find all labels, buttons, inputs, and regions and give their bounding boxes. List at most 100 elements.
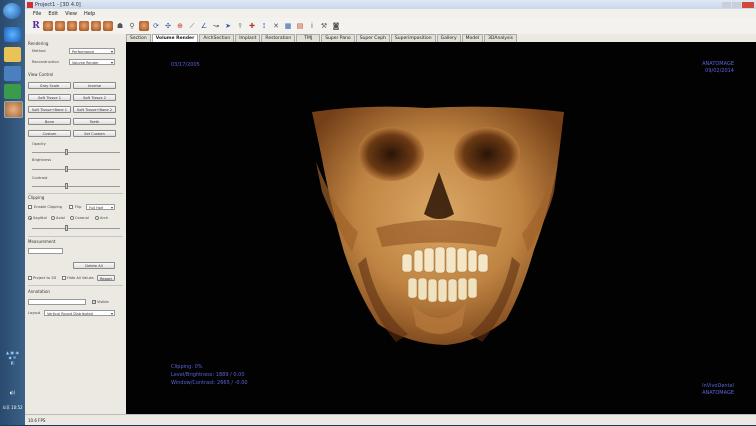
layout-select[interactable]: Vertical Round Distributed — [44, 310, 115, 317]
face-view-3-icon[interactable] — [67, 21, 77, 31]
ie-icon[interactable] — [4, 27, 21, 42]
r-logo-icon[interactable]: R — [31, 21, 41, 31]
tab-super-pano[interactable]: Super Pano — [321, 34, 355, 42]
wrench-icon[interactable]: ⚒ — [319, 21, 329, 31]
folder-icon[interactable] — [4, 47, 21, 62]
opacity-thumb[interactable] — [65, 149, 68, 155]
tab-volume-render[interactable]: Volume Render — [151, 34, 199, 42]
soft-tissue-1-button[interactable]: Soft Tissue 1 — [28, 94, 71, 101]
soft-tissue-bone-1-button[interactable]: Soft Tissue+Bone 1 — [28, 106, 71, 113]
face-view-4-icon[interactable] — [79, 21, 89, 31]
axial-radio[interactable] — [51, 216, 55, 220]
tab-gallery[interactable]: Gallery — [436, 34, 461, 42]
toolbar: R ☗ ⚲ ⟳ ✣ ⊕ ⟋ ∠ ↝ ➤ ⫯ ✚ ⟟ ✕ ▦ ▤ i ⚒ ◙ — [25, 18, 756, 35]
marker-icon[interactable]: ✚ — [247, 21, 257, 31]
minimize-button[interactable] — [722, 1, 731, 8]
reconstruction-select[interactable]: Volume Render — [69, 59, 115, 66]
crosshair-icon[interactable]: ⊕ — [175, 21, 185, 31]
brightness-label: Brightness — [32, 158, 52, 162]
project-2d-checkbox[interactable] — [28, 276, 32, 280]
skull-render[interactable] — [126, 42, 756, 414]
tab-3danalysis[interactable]: 3DAnalysis — [484, 34, 517, 42]
invivo-icon[interactable] — [4, 101, 23, 118]
rotate-icon[interactable]: ⟳ — [151, 21, 161, 31]
face-view-2-icon[interactable] — [55, 21, 65, 31]
maximize-button[interactable] — [732, 1, 741, 8]
opacity-slider[interactable] — [32, 149, 120, 155]
tab-section[interactable]: Section — [126, 34, 151, 42]
custom-button[interactable]: Custom — [28, 130, 71, 137]
half-select[interactable]: Full Half — [86, 204, 115, 211]
window-readout: Window/Contrast: 2665 / -0.00 — [171, 380, 248, 386]
visible-checkbox[interactable] — [92, 299, 96, 304]
tab-archsection[interactable]: ArchSection — [199, 34, 235, 42]
report-button[interactable]: Report — [97, 275, 115, 281]
face-view-6-icon[interactable] — [103, 21, 113, 31]
inverse-button[interactable]: Inverse — [73, 82, 116, 89]
soft-tissue-bone-2-button[interactable]: Soft Tissue+Bone 2 — [73, 106, 116, 113]
info-icon[interactable]: i — [307, 21, 317, 31]
ruler-icon[interactable]: ⟋ — [187, 21, 197, 31]
tab-restoration[interactable]: Restoration — [261, 34, 296, 42]
camera-icon[interactable]: ◙ — [331, 21, 341, 31]
menu-view[interactable]: View — [65, 11, 77, 17]
reconstruction-label: Reconstruction — [32, 60, 59, 64]
close-button[interactable] — [742, 1, 754, 8]
tray-icons[interactable]: ▲ ▣ ◉ ◆ ✉ ◧ — [1, 350, 24, 380]
pan-icon[interactable]: ✣ — [163, 21, 173, 31]
annotation-input[interactable] — [28, 299, 86, 305]
bone-button[interactable]: Bone — [28, 118, 71, 125]
delete-all-button[interactable]: Delete All — [73, 262, 115, 269]
divider — [28, 193, 123, 194]
teeth-button[interactable]: Teeth — [73, 118, 116, 125]
curve-icon[interactable]: ↝ — [211, 21, 221, 31]
menu-help[interactable]: Help — [84, 11, 95, 17]
book-icon[interactable]: ▤ — [295, 21, 305, 31]
arrow-icon[interactable]: ➤ — [223, 21, 233, 31]
angle-icon[interactable]: ∠ — [199, 21, 209, 31]
tab-implant[interactable]: Implant — [235, 34, 261, 42]
contrast-slider[interactable] — [32, 183, 120, 189]
skull-icon[interactable]: ☗ — [115, 21, 125, 31]
volume-render-viewport[interactable]: 03/17/2005 ANATOMAGE 09/02/2014 Clipping… — [126, 42, 756, 414]
method-select[interactable]: Performance — [69, 48, 115, 55]
contrast-thumb[interactable] — [65, 183, 68, 189]
nerve-icon[interactable]: ✕ — [271, 21, 281, 31]
clock[interactable]: 오후 10:52 — [1, 405, 24, 411]
set-custom-button[interactable]: Set Custom — [73, 130, 116, 137]
tab-super-ceph[interactable]: Super Ceph — [355, 34, 390, 42]
start-button[interactable] — [3, 3, 21, 19]
flip-checkbox[interactable] — [69, 205, 73, 209]
coronal-radio[interactable] — [70, 216, 74, 220]
brightness-slider[interactable] — [32, 166, 120, 172]
control-panel: Rendering Method Performance Reconstruct… — [25, 34, 126, 425]
arch-radio[interactable] — [95, 216, 99, 220]
tab-tmj[interactable]: TMJ — [296, 34, 321, 42]
volume-icon[interactable]: ◖)) — [1, 390, 24, 395]
face-view-5-icon[interactable] — [91, 21, 101, 31]
menu-edit[interactable]: Edit — [48, 11, 58, 17]
airway-icon[interactable]: ⟟ — [259, 21, 269, 31]
clipping-slider[interactable] — [32, 225, 120, 231]
sagittal-radio[interactable] — [28, 216, 32, 220]
arch-label: Arch — [100, 216, 109, 220]
hide-all-values-checkbox[interactable] — [62, 276, 66, 280]
grid-icon[interactable]: ▦ — [283, 21, 293, 31]
soft-tissue-2-button[interactable]: Soft Tissue 2 — [73, 94, 116, 101]
enable-clipping-checkbox[interactable] — [28, 205, 32, 209]
tab-superimposition[interactable]: Superimposition — [390, 34, 436, 42]
implant-icon[interactable]: ⫯ — [235, 21, 245, 31]
media-icon[interactable] — [4, 84, 21, 99]
face-view-1-icon[interactable] — [43, 21, 53, 31]
menu-file[interactable]: File — [33, 11, 41, 17]
brightness-thumb[interactable] — [65, 166, 68, 172]
annotation-heading: Annotation — [28, 289, 50, 294]
measurement-list[interactable] — [28, 248, 63, 254]
magnifier-icon[interactable]: ⚲ — [127, 21, 137, 31]
level-readout: Level/Brightness: 1889 / 0.00 — [171, 372, 245, 378]
gray-scale-button[interactable]: Gray Scale — [28, 82, 71, 89]
face-view-7-icon[interactable] — [139, 21, 149, 31]
app-icon[interactable] — [4, 66, 21, 81]
clipping-thumb[interactable] — [65, 225, 68, 231]
tab-model[interactable]: Model — [461, 34, 484, 42]
